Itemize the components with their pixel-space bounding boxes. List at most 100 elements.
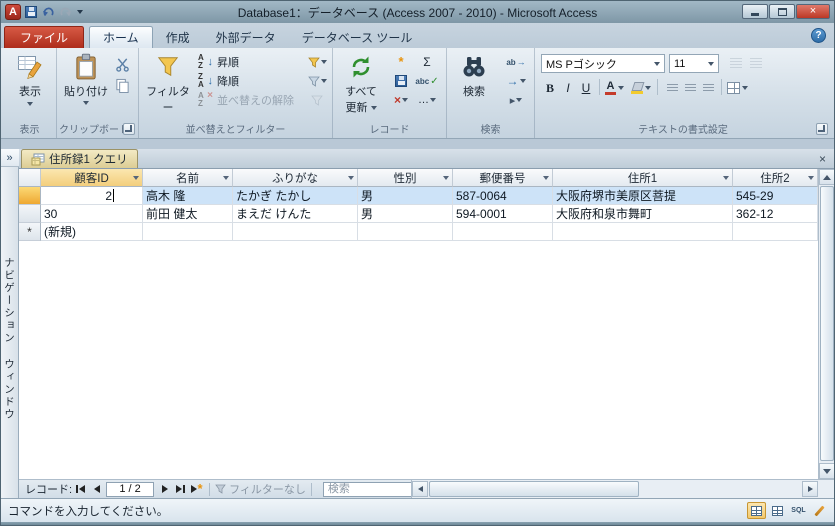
- cell-customer-id[interactable]: 2: [41, 187, 143, 205]
- clipboard-dialog-launcher[interactable]: [123, 123, 135, 135]
- ribbon-tab-create[interactable]: 作成: [153, 26, 203, 48]
- cell-name[interactable]: 前田 健太: [143, 205, 233, 223]
- column-dropdown-icon[interactable]: [723, 176, 729, 180]
- column-header-address2[interactable]: 住所2: [733, 169, 818, 187]
- close-button[interactable]: ×: [796, 4, 830, 19]
- scrollbar-thumb[interactable]: [820, 186, 834, 461]
- ribbon-tab-home[interactable]: ホーム: [89, 26, 153, 48]
- column-header-customer-id[interactable]: 顧客ID: [41, 169, 143, 187]
- cell-name[interactable]: [143, 223, 233, 241]
- datasheet-view-button[interactable]: [747, 502, 766, 519]
- find-button[interactable]: 検索: [451, 51, 497, 99]
- sort-descending-button[interactable]: Z A ↓ 降順: [197, 72, 239, 90]
- column-dropdown-icon[interactable]: [133, 176, 139, 180]
- column-header-address1[interactable]: 住所1: [553, 169, 733, 187]
- bullets-button[interactable]: [747, 54, 765, 72]
- clear-sort-button[interactable]: A Z × 並べ替えの解除: [197, 91, 294, 109]
- numbering-button[interactable]: [727, 54, 745, 72]
- column-header-gender[interactable]: 性別: [358, 169, 453, 187]
- record-position-box[interactable]: [106, 481, 155, 497]
- align-center-button[interactable]: [681, 79, 699, 97]
- first-record-button[interactable]: [73, 482, 88, 497]
- horizontal-scrollbar[interactable]: [411, 480, 818, 498]
- cell-address1[interactable]: 大阪府堺市美原区菩提: [553, 187, 733, 205]
- cell-address2[interactable]: 545-29: [733, 187, 818, 205]
- advanced-filter-button[interactable]: [307, 72, 327, 90]
- vertical-scrollbar[interactable]: [818, 169, 834, 479]
- column-dropdown-icon[interactable]: [223, 176, 229, 180]
- new-record-button[interactable]: *: [391, 53, 411, 71]
- cut-button[interactable]: [112, 55, 132, 73]
- cell-gender[interactable]: [358, 223, 453, 241]
- paste-button[interactable]: 貼り付け: [63, 51, 109, 105]
- highlight-button[interactable]: [631, 79, 651, 97]
- cell-zip[interactable]: [453, 223, 553, 241]
- column-header-zip[interactable]: 郵便番号: [453, 169, 553, 187]
- text-formatting-dialog-launcher[interactable]: [816, 123, 828, 135]
- scroll-up-button[interactable]: [819, 169, 834, 185]
- column-dropdown-icon[interactable]: [808, 176, 814, 180]
- new-blank-record-button[interactable]: *: [189, 482, 204, 497]
- align-right-button[interactable]: [699, 79, 717, 97]
- column-dropdown-icon[interactable]: [443, 176, 449, 180]
- cell-customer-id[interactable]: 30: [41, 205, 143, 223]
- italic-button[interactable]: I: [559, 79, 577, 97]
- gridlines-button[interactable]: [727, 79, 748, 97]
- cell-address1[interactable]: [553, 223, 733, 241]
- cell-gender[interactable]: 男: [358, 205, 453, 223]
- font-size-combobox[interactable]: 11: [669, 54, 719, 73]
- ribbon-tab-database-tools[interactable]: データベース ツール: [289, 26, 426, 48]
- save-record-button[interactable]: [391, 72, 411, 90]
- view-button[interactable]: 表示: [8, 51, 52, 106]
- navigation-pane-open-button[interactable]: »: [1, 149, 19, 167]
- last-record-button[interactable]: [173, 482, 188, 497]
- row-selector[interactable]: [19, 187, 41, 205]
- toggle-filter-button[interactable]: [307, 91, 327, 109]
- design-view-button[interactable]: [810, 502, 829, 519]
- navigation-pane-title[interactable]: ナビゲーション ウィンドウ: [2, 257, 17, 421]
- cell-furigana[interactable]: まえだ けんた: [233, 205, 358, 223]
- scrollbar-thumb[interactable]: [429, 481, 639, 497]
- previous-record-button[interactable]: [89, 482, 104, 497]
- row-selector[interactable]: [19, 205, 41, 223]
- pivottable-view-button[interactable]: [768, 502, 787, 519]
- cell-address2[interactable]: 362-12: [733, 205, 818, 223]
- close-document-button[interactable]: ×: [815, 151, 830, 166]
- filter-status[interactable]: フィルターなし: [229, 481, 306, 497]
- totals-button[interactable]: Σ: [417, 53, 437, 71]
- cell-zip[interactable]: 594-0001: [453, 205, 553, 223]
- ribbon-tab-file[interactable]: ファイル: [4, 26, 85, 48]
- minimize-button[interactable]: [742, 4, 768, 19]
- help-button[interactable]: ?: [811, 28, 826, 43]
- sql-view-button[interactable]: SQL: [789, 502, 808, 519]
- column-header-name[interactable]: 名前: [143, 169, 233, 187]
- delete-record-button[interactable]: ×: [391, 91, 411, 109]
- select-button[interactable]: ▸: [503, 91, 529, 109]
- column-dropdown-icon[interactable]: [543, 176, 549, 180]
- column-dropdown-icon[interactable]: [348, 176, 354, 180]
- cell-furigana[interactable]: [233, 223, 358, 241]
- column-header-furigana[interactable]: ふりがな: [233, 169, 358, 187]
- scroll-right-button[interactable]: [802, 481, 818, 497]
- replace-button[interactable]: ab →: [503, 53, 529, 71]
- maximize-button[interactable]: [769, 4, 795, 19]
- scroll-left-button[interactable]: [412, 481, 428, 497]
- selection-filter-button[interactable]: [307, 53, 327, 71]
- ribbon-tab-external-data[interactable]: 外部データ: [203, 26, 289, 48]
- cell-address2[interactable]: [733, 223, 818, 241]
- document-tab-query[interactable]: 住所録1 クエリ: [21, 149, 138, 168]
- cell-customer-id[interactable]: (新規): [41, 223, 143, 241]
- font-color-button[interactable]: A: [605, 79, 624, 97]
- next-record-button[interactable]: [157, 482, 172, 497]
- more-button[interactable]: …: [417, 91, 437, 109]
- cell-furigana[interactable]: たかぎ たかし: [233, 187, 358, 205]
- scroll-down-button[interactable]: [819, 463, 834, 479]
- goto-button[interactable]: →: [503, 72, 529, 90]
- new-record-selector[interactable]: *: [19, 223, 41, 241]
- cell-gender[interactable]: 男: [358, 187, 453, 205]
- underline-button[interactable]: U: [577, 79, 595, 97]
- cell-zip[interactable]: 587-0064: [453, 187, 553, 205]
- filter-button[interactable]: フィルター: [143, 51, 193, 115]
- cell-address1[interactable]: 大阪府和泉市舞町: [553, 205, 733, 223]
- cell-name[interactable]: 高木 隆: [143, 187, 233, 205]
